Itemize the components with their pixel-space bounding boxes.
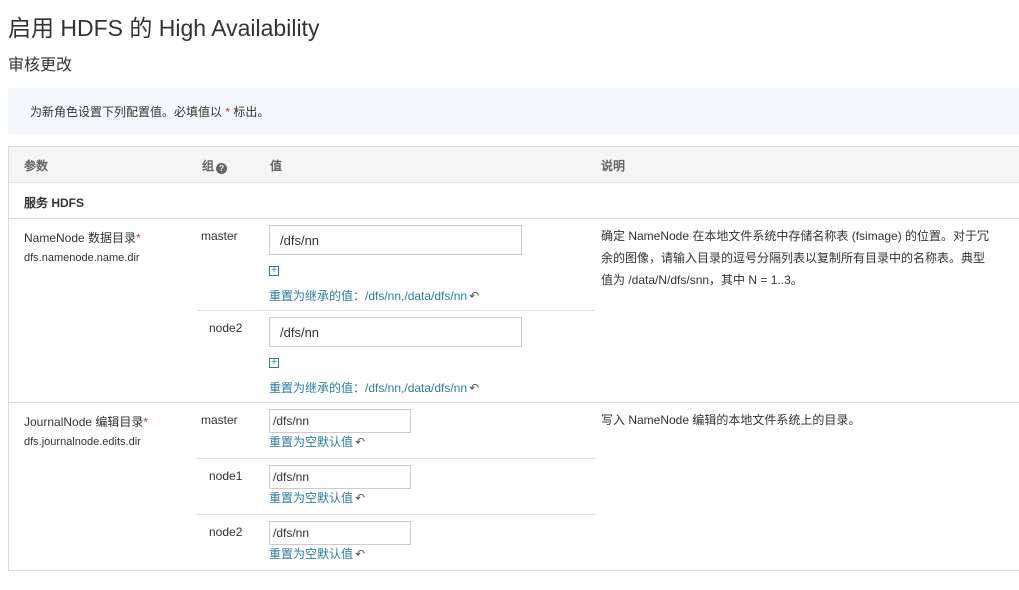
- config-table: 参数 组? 值 说明 服务 HDFS NameNode 数据目录* dfs.na…: [8, 146, 1019, 571]
- reset-default-link[interactable]: 重置为空默认值 ↶: [269, 433, 365, 450]
- reset-inherited-link[interactable]: 重置为继承的值：/dfs/nn,/data/dfs/nn ↶: [269, 379, 479, 396]
- group-row-node2: node2 重置为空默认值↶: [197, 515, 595, 571]
- value-input[interactable]: [269, 317, 522, 347]
- header-group: 组?: [202, 157, 228, 174]
- value-input[interactable]: [269, 225, 522, 255]
- group-label: master: [201, 229, 238, 243]
- param-row-journalnode-dir: JournalNode 编辑目录* dfs.journalnode.edits.…: [9, 403, 1019, 571]
- header-param: 参数: [24, 159, 49, 173]
- table-header: 参数 组? 值 说明: [9, 147, 1019, 183]
- param-description: 写入 NameNode 编辑的本地文件系统上的目录。: [601, 413, 861, 427]
- group-row-master: master + 重置为继承的值：/dfs/nn,/data/dfs/nn↶: [197, 219, 595, 311]
- header-desc: 说明: [601, 159, 626, 173]
- param-key: dfs.namenode.name.dir: [24, 252, 140, 264]
- group-label: node1: [209, 469, 243, 483]
- service-label: 服务 HDFS: [24, 196, 85, 210]
- info-text: 为新角色设置下列配置值。必填值以 * 标出。: [30, 105, 270, 119]
- required-star: *: [225, 105, 231, 119]
- undo-icon: ↶: [355, 491, 366, 505]
- reset-default-link[interactable]: 重置为空默认值 ↶: [269, 545, 365, 562]
- add-value-icon[interactable]: +: [269, 358, 279, 368]
- group-label: master: [201, 413, 238, 427]
- undo-icon: ↶: [355, 547, 366, 561]
- service-row: 服务 HDFS: [9, 183, 1019, 219]
- group-row-master: master 重置为空默认值↶: [197, 403, 595, 459]
- page-title: 启用 HDFS 的 High Availability: [8, 15, 320, 41]
- group-row-node2: node2 + 重置为继承的值：/dfs/nn,/data/dfs/nn↶: [197, 311, 595, 403]
- param-key: dfs.journalnode.edits.dir: [24, 436, 141, 448]
- group-label: node2: [209, 321, 243, 335]
- param-name: JournalNode 编辑目录*: [24, 415, 149, 429]
- add-value-icon[interactable]: +: [269, 266, 279, 276]
- param-row-namenode-dir: NameNode 数据目录* dfs.namenode.name.dir 确定 …: [9, 219, 1019, 403]
- undo-icon: ↶: [355, 435, 366, 449]
- reset-default-link[interactable]: 重置为空默认值 ↶: [269, 489, 365, 506]
- reset-inherited-link[interactable]: 重置为继承的值：/dfs/nn,/data/dfs/nn ↶: [269, 287, 479, 304]
- value-input[interactable]: [269, 465, 411, 489]
- param-description: 确定 NameNode 在本地文件系统中存储名称表 (fsimage) 的位置。…: [601, 229, 990, 287]
- info-box: 为新角色设置下列配置值。必填值以 * 标出。: [8, 88, 1019, 134]
- page-subtitle: 审核更改: [8, 57, 73, 74]
- value-input[interactable]: [269, 409, 411, 433]
- group-row-node1: node1 重置为空默认值↶: [197, 459, 595, 515]
- help-icon[interactable]: ?: [216, 163, 228, 174]
- param-name: NameNode 数据目录*: [24, 231, 141, 245]
- group-label: node2: [209, 525, 243, 539]
- undo-icon: ↶: [469, 289, 480, 303]
- value-input[interactable]: [269, 521, 411, 545]
- header-value: 值: [270, 159, 283, 173]
- undo-icon: ↶: [469, 381, 480, 395]
